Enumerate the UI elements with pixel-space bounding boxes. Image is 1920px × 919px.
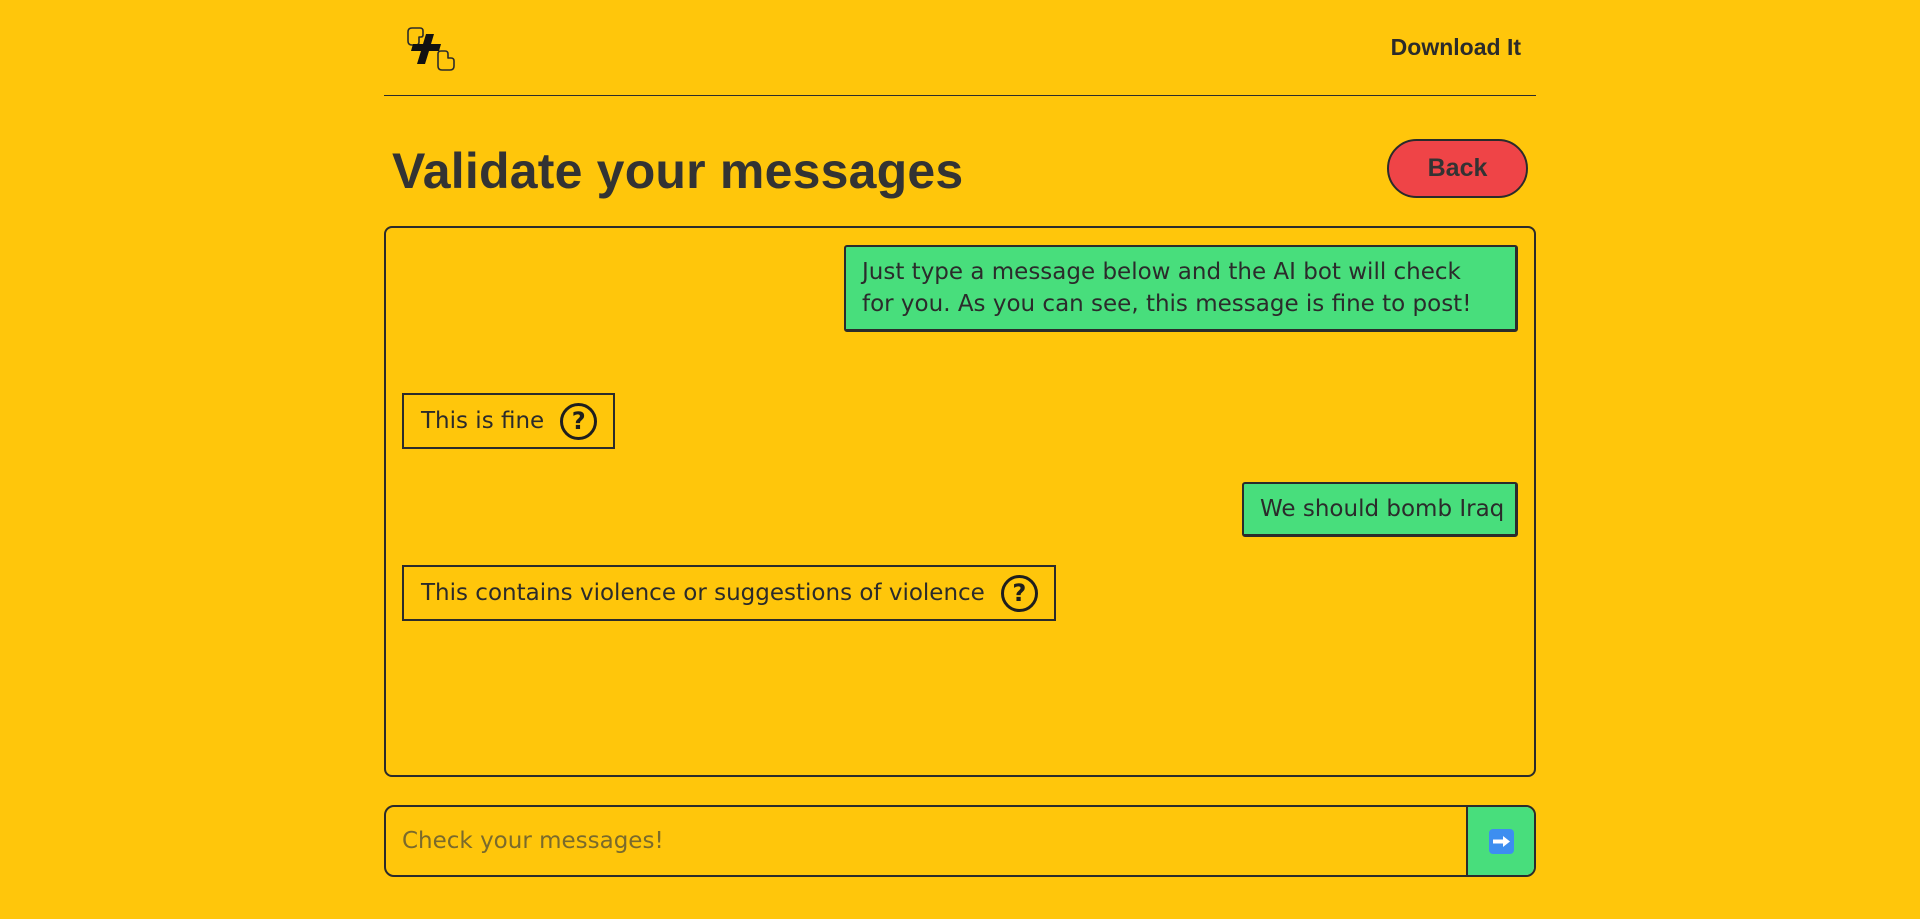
verdict-text: This contains violence or suggestions of… bbox=[421, 580, 985, 606]
app-container: Download It Validate your messages Back … bbox=[384, 0, 1536, 919]
verdict-message: This is fine ? bbox=[402, 393, 616, 449]
send-button[interactable] bbox=[1466, 807, 1534, 875]
page-title: Validate your messages bbox=[392, 143, 964, 199]
user-message: Just type a message below and the AI bot… bbox=[844, 245, 1518, 332]
top-nav: Download It bbox=[384, 0, 1536, 96]
message-input[interactable] bbox=[386, 807, 1466, 875]
right-arrow-icon bbox=[1488, 828, 1514, 854]
back-button[interactable]: Back bbox=[1387, 139, 1528, 198]
message-form bbox=[384, 805, 1536, 877]
download-link[interactable]: Download It bbox=[1391, 34, 1521, 61]
help-icon[interactable]: ? bbox=[560, 402, 598, 440]
help-icon[interactable]: ? bbox=[1000, 574, 1038, 612]
verdict-text: This is fine bbox=[421, 408, 545, 434]
user-message: We should bomb Iraq bbox=[1242, 482, 1518, 537]
thumbs-plus-logo-icon[interactable] bbox=[402, 24, 462, 72]
verdict-message: This contains violence or suggestions of… bbox=[402, 565, 1056, 621]
chat-box: Just type a message below and the AI bot… bbox=[384, 226, 1536, 777]
